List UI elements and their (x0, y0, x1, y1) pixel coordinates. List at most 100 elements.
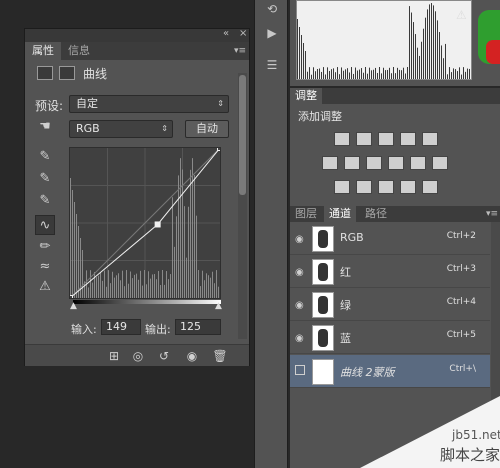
vibrance-icon[interactable] (322, 156, 338, 170)
tab-paths[interactable]: 路径 (360, 206, 392, 222)
histogram-preview-bar (373, 69, 374, 79)
histogram-preview-bar (425, 17, 426, 79)
panel-menu-icon[interactable]: ▾≡ (486, 209, 498, 219)
tab-layers[interactable]: 图层 (290, 206, 322, 222)
histogram-preview-bar (405, 73, 406, 79)
threshold-icon[interactable] (378, 180, 394, 194)
histogram-bar (90, 270, 91, 298)
gradient-map-icon[interactable] (422, 132, 438, 146)
histogram-preview-bar (303, 43, 304, 79)
clipping-warning-icon[interactable]: ⚠ (35, 277, 55, 297)
histogram-preview-bar (431, 3, 432, 79)
preset-label: 预设: (35, 99, 64, 113)
histogram-bar (174, 246, 175, 298)
eye-icon[interactable]: ◉ (295, 234, 304, 245)
gradient-fill-icon[interactable] (422, 180, 438, 194)
double-chevron-left-icon[interactable]: « (223, 28, 229, 39)
eyedropper-white-icon[interactable]: ✎ (35, 191, 55, 211)
levels-icon[interactable] (356, 132, 372, 146)
histogram-preview-bar (371, 70, 372, 79)
reset-icon[interactable]: ↺ (155, 348, 173, 364)
histogram-bar (190, 169, 191, 298)
visibility-eye-icon[interactable]: ◉ (183, 348, 201, 364)
auto-button[interactable]: 自动 (185, 120, 229, 138)
histogram-bar (132, 278, 133, 298)
channel-row-mask[interactable]: 曲线 2蒙版 Ctrl+\ (290, 355, 490, 388)
histogram-bar (216, 270, 217, 298)
history-icon[interactable]: ⟲ (262, 2, 282, 16)
panel-menu-icon[interactable]: ▾≡ (234, 46, 246, 56)
histogram-bar (146, 284, 147, 298)
play-icon[interactable]: ▶ (262, 26, 282, 40)
exposure-icon[interactable] (400, 132, 416, 146)
histogram-preview-bar (297, 19, 298, 79)
trash-icon[interactable]: 🗑 (211, 348, 229, 364)
preset-select[interactable]: 自定 ⇕ (69, 95, 229, 113)
histogram-svg (297, 3, 470, 79)
eye-icon[interactable]: ◉ (295, 267, 304, 278)
histogram-bar (210, 277, 211, 298)
histogram-preview-bar (299, 27, 300, 79)
posterize-icon[interactable] (356, 180, 372, 194)
brightness-icon[interactable] (334, 132, 350, 146)
histogram-bar (128, 283, 129, 298)
channel-row-green[interactable]: ◉ 绿 Ctrl+4 (290, 288, 490, 321)
input-gradient (73, 300, 221, 304)
tab-properties[interactable]: 属性 (25, 42, 61, 60)
histogram-bar (134, 274, 135, 298)
hue-saturation-icon[interactable] (344, 156, 360, 170)
badge-red-icon (486, 40, 500, 64)
hand-target-icon[interactable]: ☚ (35, 117, 55, 137)
input-field[interactable]: 149 (101, 319, 141, 335)
histogram-bar (104, 270, 105, 298)
histogram-preview-bar (399, 69, 400, 79)
pencil-icon[interactable]: ✏ (35, 237, 55, 257)
channel-name: 蓝 (340, 332, 351, 345)
eyedropper-black-icon[interactable]: ✎ (35, 147, 55, 167)
histogram-preview-bar (411, 12, 412, 79)
panel-title-bar[interactable]: « × (25, 28, 249, 42)
channel-row-blue[interactable]: ◉ 蓝 Ctrl+5 (290, 321, 490, 354)
visibility-checkbox[interactable] (295, 365, 305, 375)
channel-row-red[interactable]: ◉ 红 Ctrl+3 (290, 255, 490, 288)
eye-icon[interactable]: ◉ (295, 300, 304, 311)
histogram-preview-bar (461, 74, 462, 79)
curves-graph[interactable] (69, 147, 221, 299)
channel-row-rgb[interactable]: ◉ RGB Ctrl+2 (290, 222, 490, 255)
histogram-preview-bar (449, 67, 450, 79)
histogram-preview-bar (311, 74, 312, 79)
eye-icon[interactable]: ◉ (295, 333, 304, 344)
tab-adjustments[interactable]: 调整 (290, 88, 322, 104)
adjustment-title: 曲线 (83, 67, 108, 81)
color-balance-icon[interactable] (366, 156, 382, 170)
mask-icon[interactable] (59, 66, 75, 80)
view-previous-icon[interactable]: ◎ (129, 348, 147, 364)
layer-comps-icon[interactable]: ☰ (262, 58, 282, 72)
curve-edit-icon[interactable]: ∿ (35, 215, 55, 235)
black-white-icon[interactable] (388, 156, 404, 170)
warning-icon[interactable]: ⚠ (456, 8, 467, 22)
scrollbar-thumb[interactable] (239, 75, 246, 195)
selective-color-icon[interactable] (400, 180, 416, 194)
clip-to-layer-icon[interactable]: ⊞ (105, 348, 123, 364)
curves-icon[interactable] (378, 132, 394, 146)
smooth-icon[interactable]: ≈ (35, 257, 55, 277)
histogram-bar (218, 286, 219, 298)
photo-filter-icon[interactable] (410, 156, 426, 170)
channel-thumbnail (312, 325, 334, 351)
tab-info[interactable]: 信息 (61, 42, 97, 60)
histogram-bar (140, 270, 141, 298)
histogram-bar (118, 273, 119, 298)
channel-select[interactable]: RGB ⇕ (69, 120, 173, 138)
black-slider-icon[interactable]: ▲ (70, 301, 77, 311)
close-icon[interactable]: × (239, 28, 247, 39)
tab-channels[interactable]: 通道 (324, 206, 356, 222)
white-slider-icon[interactable]: ▲ (215, 301, 222, 311)
histogram-preview-bar (385, 70, 386, 79)
channel-mixer-icon[interactable] (432, 156, 448, 170)
output-field[interactable]: 125 (175, 319, 221, 335)
invert-icon[interactable] (334, 180, 350, 194)
histogram-preview-bar (407, 67, 408, 79)
channel-name: 红 (340, 266, 351, 279)
eyedropper-gray-icon[interactable]: ✎ (35, 169, 55, 189)
